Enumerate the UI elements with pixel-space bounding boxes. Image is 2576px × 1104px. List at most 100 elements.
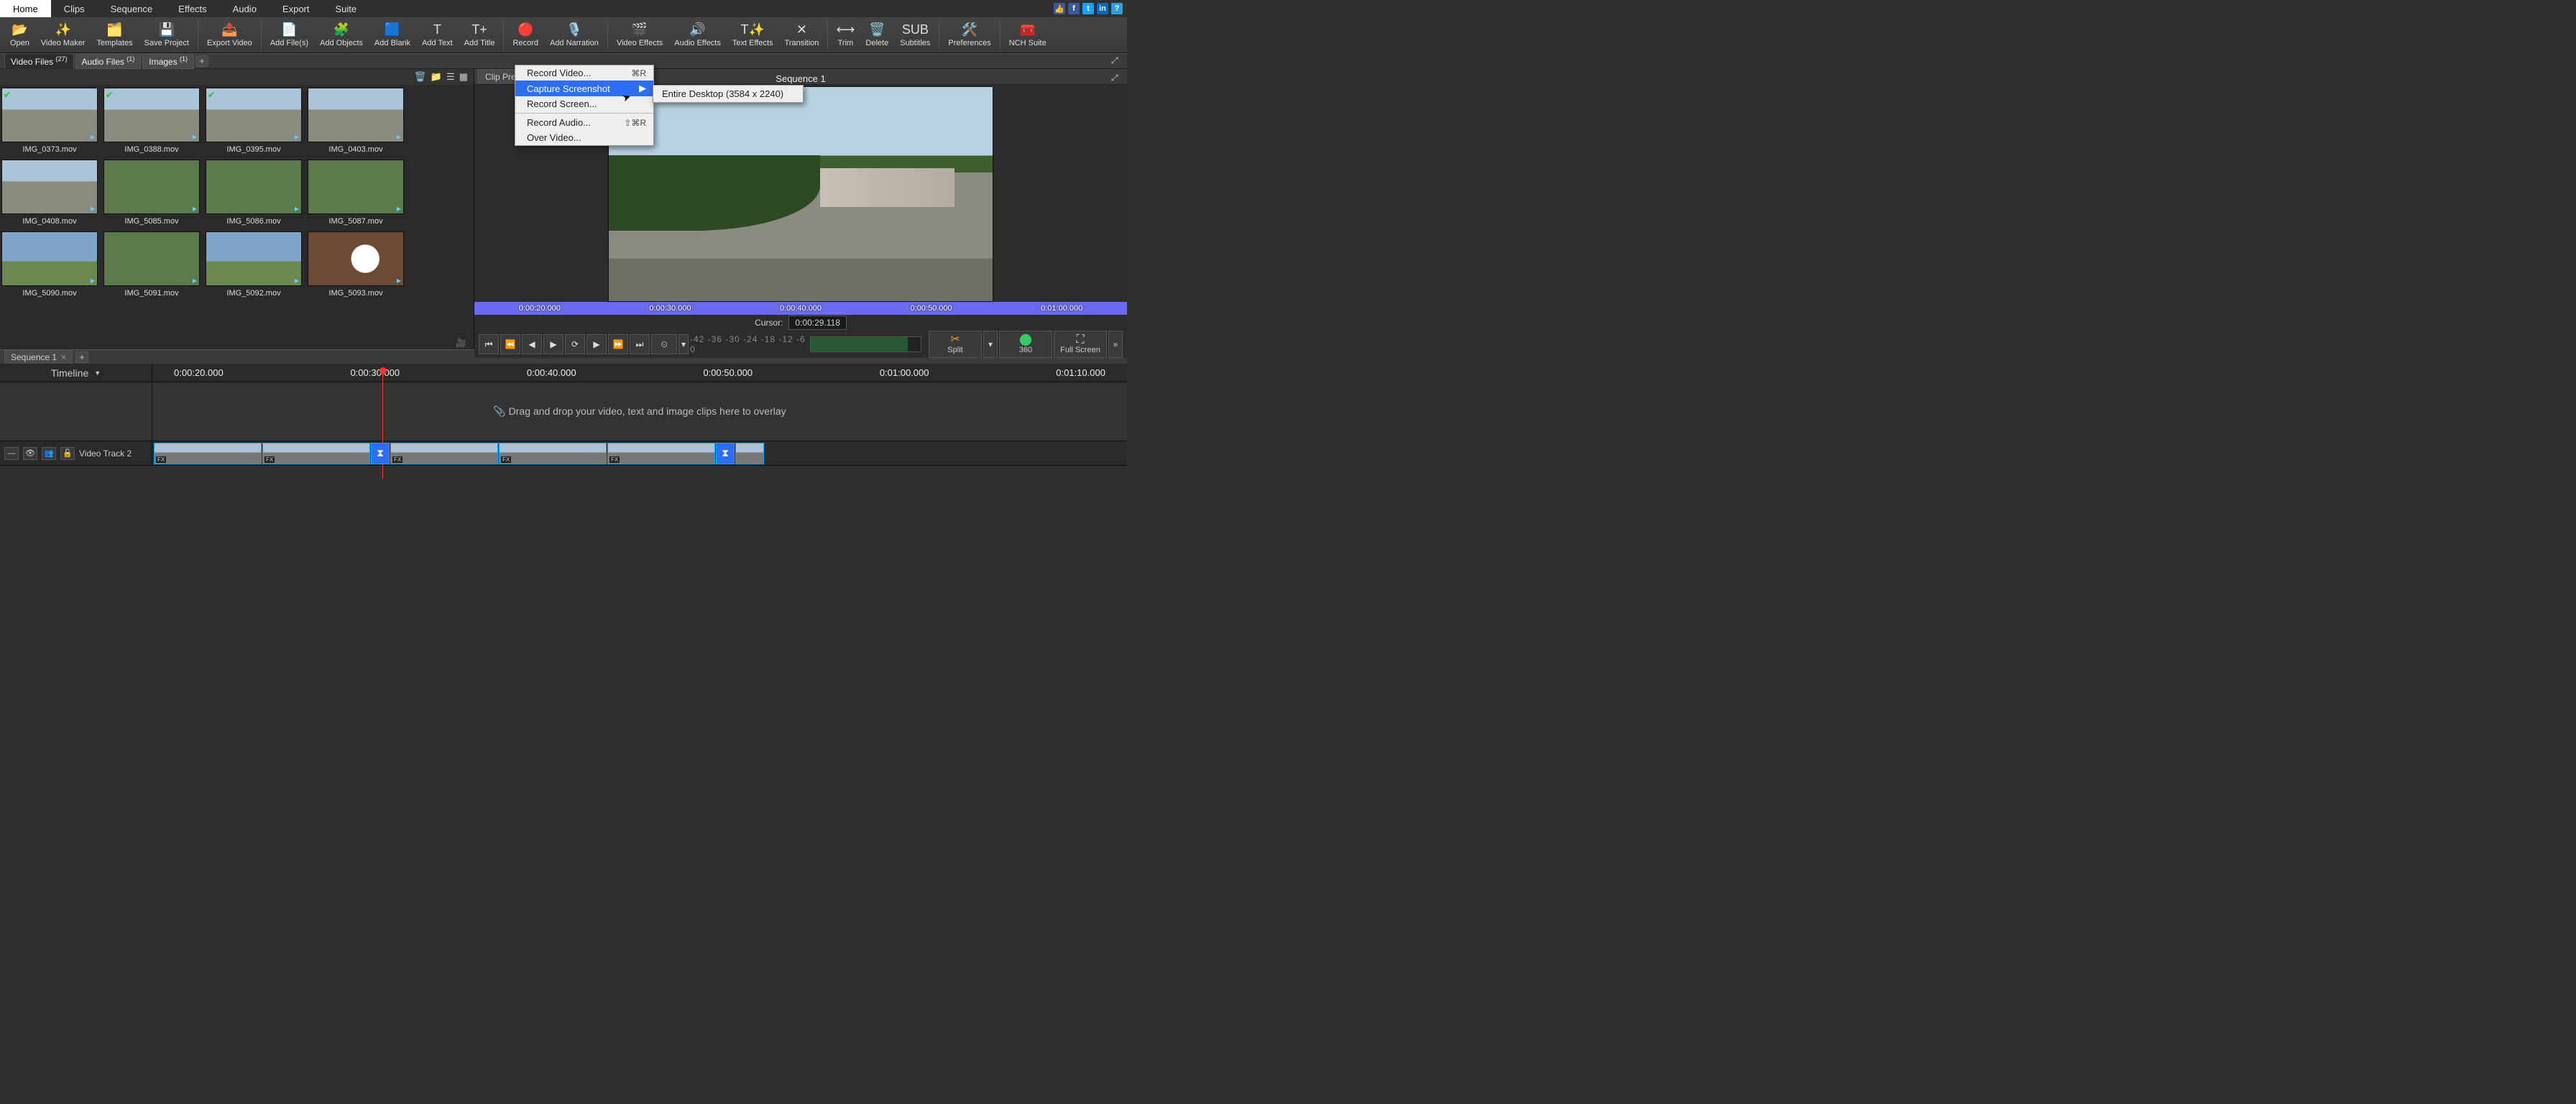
like-icon[interactable]: 👍: [1054, 3, 1065, 14]
preferences-button[interactable]: 🛠️Preferences: [942, 20, 996, 50]
prev-frame-button[interactable]: ⏪: [500, 334, 520, 354]
help-icon[interactable]: ?: [1111, 3, 1123, 14]
timeline-mode[interactable]: Timeline▼: [0, 364, 152, 382]
split-button[interactable]: ✂Split: [929, 331, 982, 358]
more-button[interactable]: »: [1108, 331, 1123, 358]
bin-tab-audio[interactable]: Audio Files (1): [75, 53, 142, 69]
clip-thumbnail[interactable]: ✔IMG_0395.mov: [206, 88, 302, 154]
collapse-icon[interactable]: —: [4, 447, 19, 460]
menu-effects[interactable]: Effects: [165, 0, 220, 17]
timeline-clip[interactable]: FX: [499, 443, 607, 464]
trim-button[interactable]: ⟷Trim: [831, 20, 860, 50]
facebook-icon[interactable]: f: [1068, 3, 1080, 14]
menu-record-video-[interactable]: Record Video...⌘R: [515, 65, 653, 80]
bin-tab-video[interactable]: Video Files (27): [4, 53, 74, 69]
add-blank-button[interactable]: 🟦Add Blank: [369, 20, 416, 50]
jog-shuttle[interactable]: -42 -36 -30 -24 -18 -12 -6 0: [690, 334, 927, 354]
speed-button[interactable]: ⏲: [651, 334, 677, 354]
clip-thumbnail[interactable]: IMG_5091.mov: [104, 231, 200, 298]
video-track-2[interactable]: — 👁 👥 🔓 Video Track 2 FX FX ⧗ FX FX FX ⧗: [0, 441, 1127, 466]
menu-clips[interactable]: Clips: [51, 0, 98, 17]
menu-record-screen-[interactable]: Record Screen...: [515, 96, 653, 111]
transition-button[interactable]: ✕Transition: [779, 20, 825, 50]
save-project-button[interactable]: 💾Save Project: [139, 20, 195, 50]
menu-suite[interactable]: Suite: [323, 0, 370, 17]
clip-thumbnail[interactable]: IMG_5086.mov: [206, 160, 302, 226]
record-button[interactable]: 🔴Record: [507, 20, 543, 50]
menu-audio[interactable]: Audio: [220, 0, 270, 17]
overlay-track[interactable]: 📎 Drag and drop your video, text and ima…: [0, 382, 1127, 441]
timeline-clip[interactable]: FX: [262, 443, 370, 464]
clip-thumbnail[interactable]: IMG_5090.mov: [1, 231, 98, 298]
menu-capture-screenshot[interactable]: Capture Screenshot▶: [515, 80, 653, 96]
split-dropdown[interactable]: ▾: [983, 331, 998, 358]
goto-start-button[interactable]: ⏮: [479, 334, 499, 354]
step-back-button[interactable]: ◀: [522, 334, 542, 354]
timeline-clip[interactable]: [735, 443, 764, 464]
bin-tab-images[interactable]: Images (1): [142, 53, 194, 69]
preview-ruler[interactable]: 0:00:20.000 0:00:30.000 0:00:40.000 0:00…: [474, 302, 1127, 315]
clip-thumbnail[interactable]: IMG_5087.mov: [308, 160, 404, 226]
submenu-entire-desktop[interactable]: Entire Desktop (3584 x 2240): [653, 86, 803, 102]
sequence-tab[interactable]: Sequence 1×: [4, 350, 73, 364]
clip-thumbnail[interactable]: IMG_0403.mov: [308, 88, 404, 154]
add-file-s--button[interactable]: 📄Add File(s): [264, 20, 314, 50]
templates-button[interactable]: 🗂️Templates: [91, 20, 138, 50]
bin-add-button[interactable]: +: [196, 55, 208, 67]
text-effects-button[interactable]: T✨Text Effects: [727, 20, 779, 50]
timeline-ruler[interactable]: Timeline▼ 0:00:20.000 0:00:30.000 0:00:4…: [0, 364, 1127, 382]
timeline-clip[interactable]: FX: [607, 443, 715, 464]
preview-viewport[interactable]: [608, 86, 993, 302]
play-button[interactable]: ▶: [543, 334, 564, 354]
lock-icon[interactable]: 🔓: [60, 447, 75, 460]
360-button[interactable]: ⬤360: [999, 331, 1052, 358]
close-icon[interactable]: ×: [61, 352, 66, 362]
preview-expand-icon[interactable]: ⤢: [1111, 73, 1123, 84]
subtitles-button[interactable]: SUBSubtitles: [894, 20, 936, 50]
speed-dropdown[interactable]: ▾: [678, 334, 689, 354]
step-fwd-button[interactable]: ▶: [586, 334, 607, 354]
timeline-clip[interactable]: FX: [154, 443, 262, 464]
nch-suite-button[interactable]: 🧰NCH Suite: [1003, 20, 1052, 50]
track-clips[interactable]: FX FX ⧗ FX FX FX ⧗: [152, 441, 1127, 465]
clip-thumbnail[interactable]: IMG_5085.mov: [104, 160, 200, 226]
clip-thumbnail[interactable]: ✔IMG_0388.mov: [104, 88, 200, 154]
fullscreen-button[interactable]: ⛶Full Screen: [1054, 331, 1107, 358]
clip-thumbnail[interactable]: IMG_0408.mov: [1, 160, 98, 226]
goto-end-button[interactable]: ⏭: [630, 334, 650, 354]
list-view-icon[interactable]: ☰: [446, 71, 455, 83]
video-maker-button[interactable]: ✨Video Maker: [35, 20, 91, 50]
grid-view-icon[interactable]: ▦: [459, 71, 468, 83]
twitter-icon[interactable]: t: [1082, 3, 1094, 14]
next-frame-button[interactable]: ⏩: [608, 334, 628, 354]
add-sequence-button[interactable]: +: [75, 351, 88, 363]
transition-clip[interactable]: ⧗: [371, 443, 390, 464]
video-effects-button[interactable]: 🎬Video Effects: [611, 20, 668, 50]
expand-icon[interactable]: ⤢: [1111, 55, 1123, 67]
menu-record-audio-[interactable]: Record Audio...⇧⌘R: [515, 115, 653, 130]
clip-thumbnail[interactable]: IMG_5093.mov: [308, 231, 404, 298]
menu-export[interactable]: Export: [270, 0, 323, 17]
menu-home[interactable]: Home: [0, 0, 51, 17]
clip-thumbnail[interactable]: ✔IMG_0373.mov: [1, 88, 98, 154]
menu-sequence[interactable]: Sequence: [98, 0, 166, 17]
add-objects-button[interactable]: 🧩Add Objects: [314, 20, 369, 50]
timeline-ticks[interactable]: 0:00:20.000 0:00:30.000 0:00:40.000 0:00…: [152, 367, 1127, 378]
audio-effects-button[interactable]: 🔊Audio Effects: [668, 20, 727, 50]
solo-icon[interactable]: 👥: [42, 447, 56, 460]
add-text-button[interactable]: TAdd Text: [416, 20, 459, 50]
trash-icon[interactable]: 🗑️: [415, 71, 426, 83]
jog-bar[interactable]: [810, 336, 921, 352]
menu-over-video-[interactable]: Over Video...: [515, 130, 653, 145]
record-context-menu[interactable]: Record Video...⌘RCapture Screenshot▶Reco…: [515, 65, 654, 146]
timeline-clip[interactable]: FX: [390, 443, 498, 464]
chevron-down-icon[interactable]: ▼: [94, 369, 101, 377]
add-title-button[interactable]: T+Add Title: [459, 20, 501, 50]
add-narration-button[interactable]: 🎙️Add Narration: [544, 20, 604, 50]
open-button[interactable]: 📂Open: [4, 20, 35, 50]
delete-button[interactable]: 🗑️Delete: [860, 20, 894, 50]
transition-clip[interactable]: ⧗: [716, 443, 735, 464]
cursor-value[interactable]: 0:00:29.118: [788, 316, 847, 330]
camera-icon[interactable]: 🎥: [0, 336, 474, 349]
export-video-button[interactable]: 📤Export Video: [201, 20, 258, 50]
